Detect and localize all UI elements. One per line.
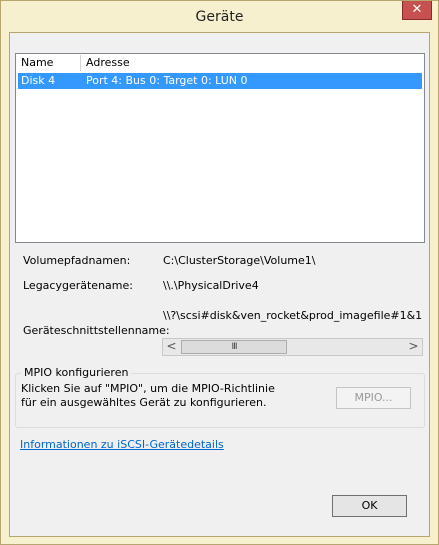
row-address: Port 4: Bus 0: Target 0: LUN 0 <box>86 74 248 87</box>
mpio-description-line-1: Klicken Sie auf "MPIO", um die MPIO-Rich… <box>21 382 275 395</box>
volume-path-label: Volumepfadnamen: <box>23 254 131 267</box>
column-header-name[interactable]: Name <box>16 54 80 72</box>
mpio-button[interactable]: MPIO... <box>336 387 411 409</box>
row-name: Disk 4 <box>21 74 56 87</box>
column-header-address[interactable]: Adresse <box>81 54 381 72</box>
mpio-legend: MPIO konfigurieren <box>21 366 132 379</box>
volume-path-value: C:\ClusterStorage\Volume1\ <box>163 254 316 267</box>
scroll-thumb[interactable]: III <box>181 340 287 354</box>
mpio-description: Klicken Sie auf "MPIO", um die MPIO-Rich… <box>21 382 275 410</box>
legacy-name-label: Legacygerätename: <box>23 279 133 292</box>
scroll-left-icon[interactable]: < <box>163 339 180 355</box>
mpio-groupbox: MPIO konfigurieren Klicken Sie auf "MPIO… <box>15 366 425 428</box>
scroll-right-icon[interactable]: > <box>405 339 422 355</box>
close-icon: ✕ <box>411 2 423 17</box>
close-button[interactable]: ✕ <box>402 1 432 20</box>
dialog-title: Geräte <box>195 9 244 25</box>
interface-name-value: \\?\scsi#disk&ven_rocket&prod_imagefile#… <box>163 309 422 322</box>
title-bar: Geräte ✕ <box>1 1 438 32</box>
list-row-selected[interactable]: Disk 4 Port 4: Bus 0: Target 0: LUN 0 <box>18 73 422 89</box>
horizontal-scrollbar[interactable]: < III > <box>162 338 423 356</box>
dialog-content: Name Adresse Disk 4 Port 4: Bus 0: Targe… <box>9 32 430 537</box>
legacy-name-value: \\.\PhysicalDrive4 <box>163 279 259 292</box>
iscsi-details-link[interactable]: Informationen zu iSCSI-Gerätedetails <box>20 438 224 451</box>
interface-name-label: Geräteschnittstellenname: <box>23 324 170 337</box>
devices-dialog: Geräte ✕ Name Adresse Disk 4 Port 4: Bus… <box>0 0 439 545</box>
device-list[interactable]: Name Adresse Disk 4 Port 4: Bus 0: Targe… <box>15 53 425 243</box>
ok-button[interactable]: OK <box>332 495 407 517</box>
mpio-description-line-2: für ein ausgewähltes Gerät zu konfigurie… <box>21 396 267 409</box>
